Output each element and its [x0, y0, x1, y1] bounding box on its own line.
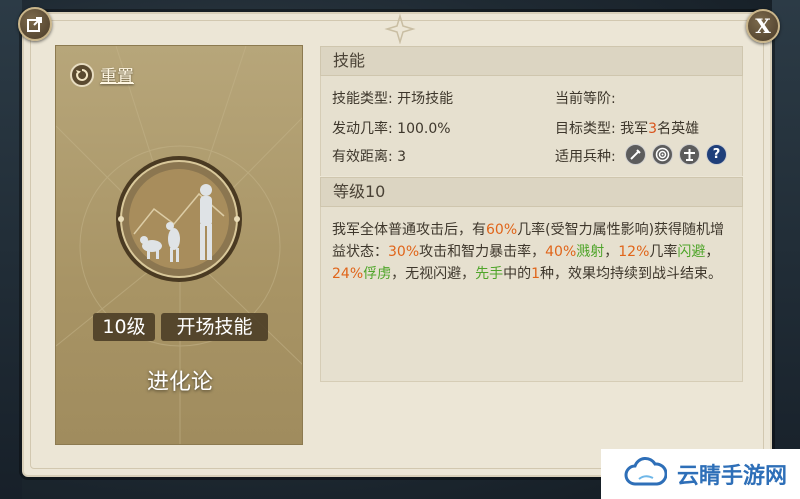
desc-segment: 溅射	[576, 244, 605, 260]
trigger-rate-value: 100.0%	[397, 121, 451, 137]
watermark-text: 云睛手游网	[677, 464, 788, 489]
panel-ornament-icon	[384, 14, 416, 44]
level-section-header: 等级10	[320, 177, 743, 207]
crossbow-icon[interactable]	[679, 144, 700, 165]
skill-type-value: 开场技能	[397, 91, 454, 107]
target-type-prefix: 我军	[620, 121, 649, 137]
desc-segment: 我军全体普通攻击后，有	[332, 222, 486, 238]
range-row: 有效距离: 3	[332, 146, 406, 166]
target-type-count: 3	[648, 121, 658, 137]
trigger-rate-label: 发动几率:	[332, 121, 393, 137]
level-description: 我军全体普通攻击后，有60%几率(受智力属性影响)获得随机增益状态：30%攻击和…	[332, 219, 737, 285]
reset-icon	[70, 62, 94, 87]
share-button[interactable]	[18, 7, 52, 41]
desc-segment: 种，效果均持续到战斗结束。	[540, 266, 723, 282]
desc-segment: 中的	[503, 266, 532, 282]
current-tier-label: 当前等阶:	[555, 91, 616, 107]
sword-icon[interactable]	[625, 144, 646, 165]
target-type-suffix: 名英雄	[657, 121, 700, 137]
unit-types-label: 适用兵种:	[555, 149, 616, 165]
target-type-row: 目标类型: 我军3名英雄	[555, 118, 699, 138]
current-tier-row: 当前等阶:	[555, 88, 616, 108]
background-right	[772, 0, 800, 499]
skill-type-label: 技能类型:	[332, 91, 393, 107]
skill-card: 重置 10级 开场技能 进化论	[55, 45, 303, 445]
desc-segment: 60%	[486, 222, 518, 238]
unit-types-row: 适用兵种:	[555, 146, 616, 166]
desc-segment: 40%	[545, 244, 577, 260]
desc-segment: ，	[604, 244, 619, 260]
evolution-skill-icon	[116, 156, 242, 282]
close-button[interactable]: X	[746, 9, 780, 43]
reset-button[interactable]: 重置	[70, 62, 134, 87]
target-type-label: 目标类型:	[555, 121, 616, 137]
share-icon	[27, 17, 42, 32]
desc-segment: 24%	[332, 266, 364, 282]
unit-type-icons: ?	[625, 144, 727, 165]
skill-section-header: 技能	[320, 46, 743, 76]
skill-type-row: 技能类型: 开场技能	[332, 88, 453, 108]
level-tag: 10级	[93, 313, 155, 341]
skill-type-tag: 开场技能	[161, 313, 268, 341]
close-icon: X	[755, 14, 771, 38]
range-value: 3	[397, 149, 407, 165]
reset-label: 重置	[100, 67, 134, 87]
cloud-logo-icon	[624, 457, 667, 486]
desc-segment: ，	[705, 244, 720, 260]
desc-segment: 30%	[388, 244, 420, 260]
question-icon[interactable]: ?	[706, 144, 727, 165]
desc-segment: 1	[531, 266, 541, 282]
desc-segment: 12%	[618, 244, 650, 260]
background-left	[0, 0, 22, 499]
desc-segment: 俘虏	[363, 266, 392, 282]
target-icon[interactable]	[652, 144, 673, 165]
site-watermark: 云睛手游网	[601, 449, 800, 499]
skill-name: 进化论	[146, 370, 213, 395]
desc-segment: 先手	[475, 266, 504, 282]
desc-segment: 攻击和智力暴击率，	[419, 244, 546, 260]
range-label: 有效距离:	[332, 149, 393, 165]
trigger-rate-row: 发动几率: 100.0%	[332, 118, 451, 138]
desc-segment: 几率	[649, 244, 678, 260]
desc-segment: ，无视闪避，	[391, 266, 476, 282]
desc-segment: 闪避	[677, 244, 706, 260]
